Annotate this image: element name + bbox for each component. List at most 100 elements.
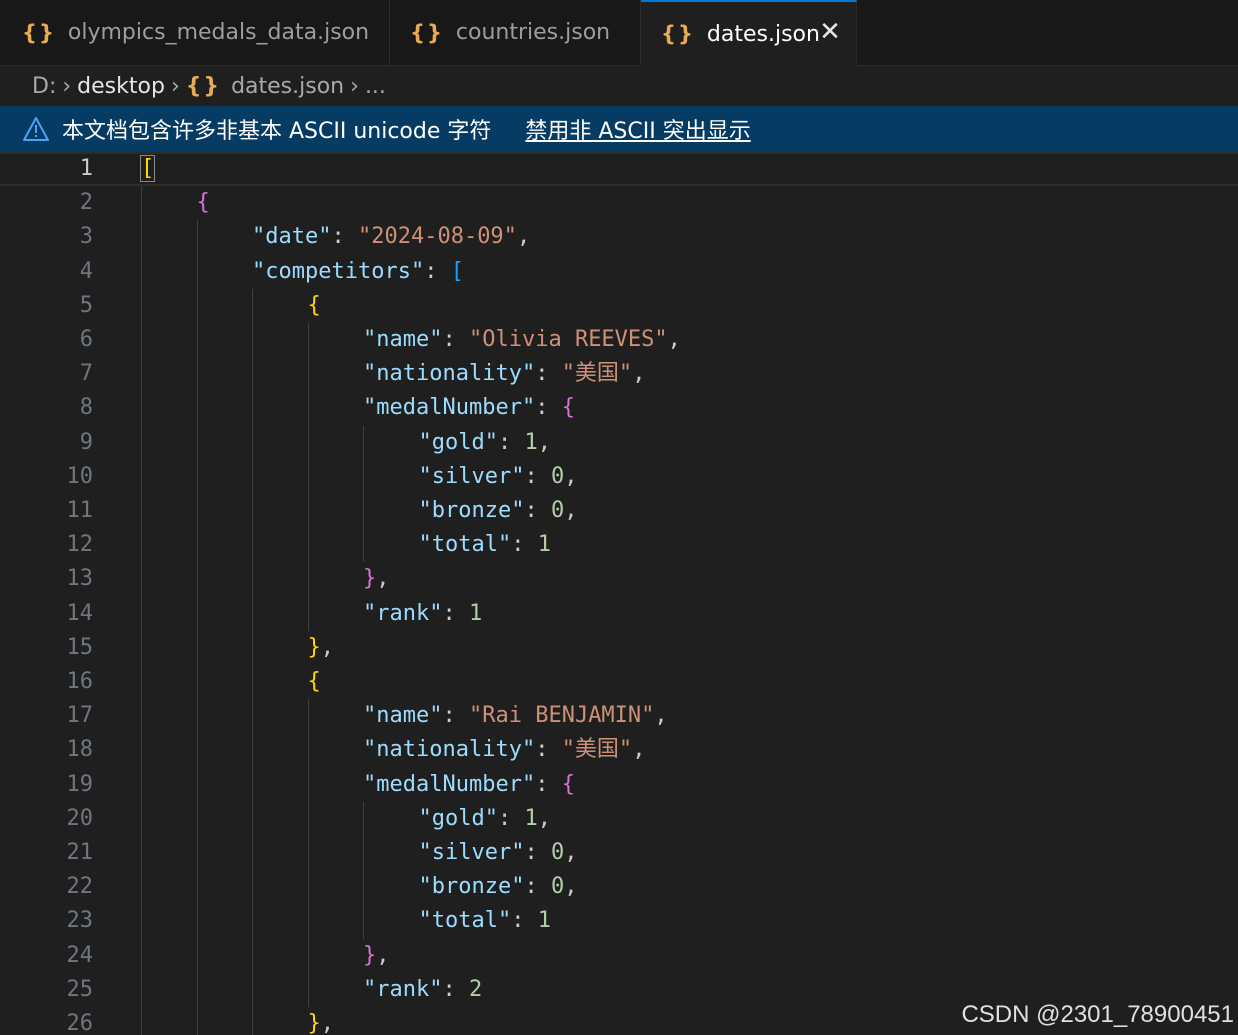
unicode-warning-banner: 本文档包含许多非基本 ASCII unicode 字符 禁用非 ASCII 突出…: [0, 106, 1238, 152]
code-line[interactable]: 3 "date": "2024-08-09",: [0, 220, 1238, 254]
json-number: 0: [550, 463, 565, 489]
json-number: 1: [524, 805, 538, 831]
code-text: {: [197, 186, 210, 220]
json-string: "美国": [561, 737, 633, 763]
code-text: "name": "Olivia REEVES",: [363, 323, 681, 357]
bracket: {: [196, 190, 210, 216]
code-text: },: [363, 939, 390, 973]
bracket: }: [363, 942, 377, 968]
tab-countries[interactable]: {} countries.json: [390, 0, 641, 65]
json-key: "competitors": [252, 258, 425, 284]
json-number: 1: [468, 600, 483, 626]
punctuation: ,: [537, 805, 551, 831]
json-key: "bronze": [418, 498, 525, 523]
code-text: "rank": 2: [363, 973, 482, 1007]
code-line[interactable]: 22 "bronze": 0,: [0, 870, 1238, 904]
indent-guide: [363, 425, 364, 563]
code-line[interactable]: 10 "silver": 0,: [0, 460, 1238, 494]
code-line[interactable]: 16 {: [0, 665, 1238, 699]
editor-window: {} olympics_medals_data.json {} countrie…: [0, 0, 1238, 1035]
punctuation: :: [535, 361, 562, 387]
line-number: 23: [66, 908, 94, 934]
indent-guide: [307, 323, 309, 631]
code-text: "bronze": 0,: [419, 494, 578, 528]
json-key: "medalNumber": [363, 395, 536, 421]
json-key: "rank": [363, 600, 443, 626]
json-string: "Olivia REEVES": [468, 327, 668, 352]
bracket: {: [307, 669, 321, 694]
code-text: {: [308, 665, 321, 699]
line-number: 25: [66, 976, 94, 1002]
json-key: "silver": [418, 463, 525, 489]
code-line[interactable]: 7 "nationality": "美国",: [0, 357, 1238, 391]
code-line[interactable]: 6 "name": "Olivia REEVES",: [0, 323, 1238, 357]
code-editor[interactable]: 1[2{ 3 "date": "2024-08-09", 4 "competitors"…: [0, 152, 1238, 1035]
code-text: "silver": 0,: [419, 836, 578, 870]
json-key: "name": [363, 327, 443, 352]
punctuation: ,: [667, 327, 681, 352]
code-text: "nationality": "美国",: [363, 733, 645, 767]
bracket: }: [307, 634, 321, 660]
tab-dates[interactable]: {} dates.json ✕: [641, 0, 857, 66]
json-string: "美国": [561, 361, 633, 387]
indent-guide: [196, 220, 198, 1035]
code-line[interactable]: 1[: [0, 152, 1238, 186]
code-line[interactable]: 20 "gold": 1,: [0, 802, 1238, 836]
line-number: 10: [66, 463, 94, 489]
json-string: "2024-08-09": [357, 224, 517, 250]
punctuation: ,: [516, 224, 531, 250]
line-number: 7: [79, 361, 93, 387]
punctuation: :: [497, 429, 525, 455]
breadcrumb-folder[interactable]: desktop: [77, 74, 165, 99]
json-number: 1: [537, 908, 551, 934]
breadcrumb-more[interactable]: ...: [365, 74, 386, 99]
json-key: "silver": [418, 840, 525, 865]
code-text: "silver": 0,: [419, 460, 578, 494]
code-line[interactable]: 21 "silver": 0,: [0, 836, 1238, 870]
close-icon[interactable]: ✕: [818, 19, 842, 45]
breadcrumb: D: › desktop › {} dates.json › ...: [0, 66, 1238, 106]
code-text: "nationality": "美国",: [363, 357, 645, 391]
code-text: "total": 1: [419, 528, 551, 562]
json-key: "gold": [418, 805, 498, 831]
punctuation: :: [497, 805, 525, 831]
json-key: "total": [418, 908, 512, 934]
breadcrumb-file[interactable]: dates.json: [231, 74, 344, 99]
code-line[interactable]: 2{: [0, 186, 1238, 220]
tab-olympics-medals-data[interactable]: {} olympics_medals_data.json: [0, 0, 390, 65]
punctuation: :: [535, 395, 562, 421]
code-line[interactable]: 18 "nationality": "美国",: [0, 733, 1238, 767]
chevron-right-icon: ›: [350, 73, 359, 99]
json-braces-icon: {}: [661, 22, 695, 46]
punctuation: ,: [320, 634, 334, 660]
disable-ascii-highlight-link[interactable]: 禁用非 ASCII 突出显示: [525, 113, 750, 145]
indent-guide: [252, 288, 253, 1035]
json-key: "date": [252, 224, 332, 250]
code-line[interactable]: 23 "total": 1: [0, 904, 1238, 938]
chevron-right-icon: ›: [62, 73, 72, 99]
line-number: 17: [66, 703, 94, 729]
json-number: 1: [537, 532, 551, 558]
json-number: 0: [550, 498, 565, 523]
code-line[interactable]: 8 "medalNumber": {: [0, 391, 1238, 425]
code-line[interactable]: 9 "gold": 1,: [0, 426, 1238, 460]
line-number: 22: [66, 874, 94, 900]
code-line[interactable]: 24},: [0, 939, 1238, 973]
code-line[interactable]: 5{: [0, 289, 1238, 323]
line-number: 3: [79, 224, 93, 250]
code-line[interactable]: 17 "name": "Rai BENJAMIN",: [0, 699, 1238, 733]
json-string: "Rai BENJAMIN": [468, 703, 655, 729]
code-line[interactable]: 14 "rank": 1: [0, 597, 1238, 631]
code-text: "medalNumber": {: [363, 768, 575, 802]
breadcrumb-drive[interactable]: D:: [32, 74, 56, 99]
line-number: 24: [66, 942, 94, 968]
code-line[interactable]: 15},: [0, 631, 1238, 665]
code-line[interactable]: 12 "total": 1: [0, 528, 1238, 562]
code-line[interactable]: 11 "bronze": 0,: [0, 494, 1238, 528]
code-text: "bronze": 0,: [419, 870, 578, 904]
code-line[interactable]: 13},: [0, 562, 1238, 596]
line-number: 15: [66, 634, 94, 660]
code-line[interactable]: 4 "competitors": [: [0, 255, 1238, 289]
code-line[interactable]: 19 "medalNumber": {: [0, 768, 1238, 802]
code-text: "competitors": [: [252, 255, 464, 289]
